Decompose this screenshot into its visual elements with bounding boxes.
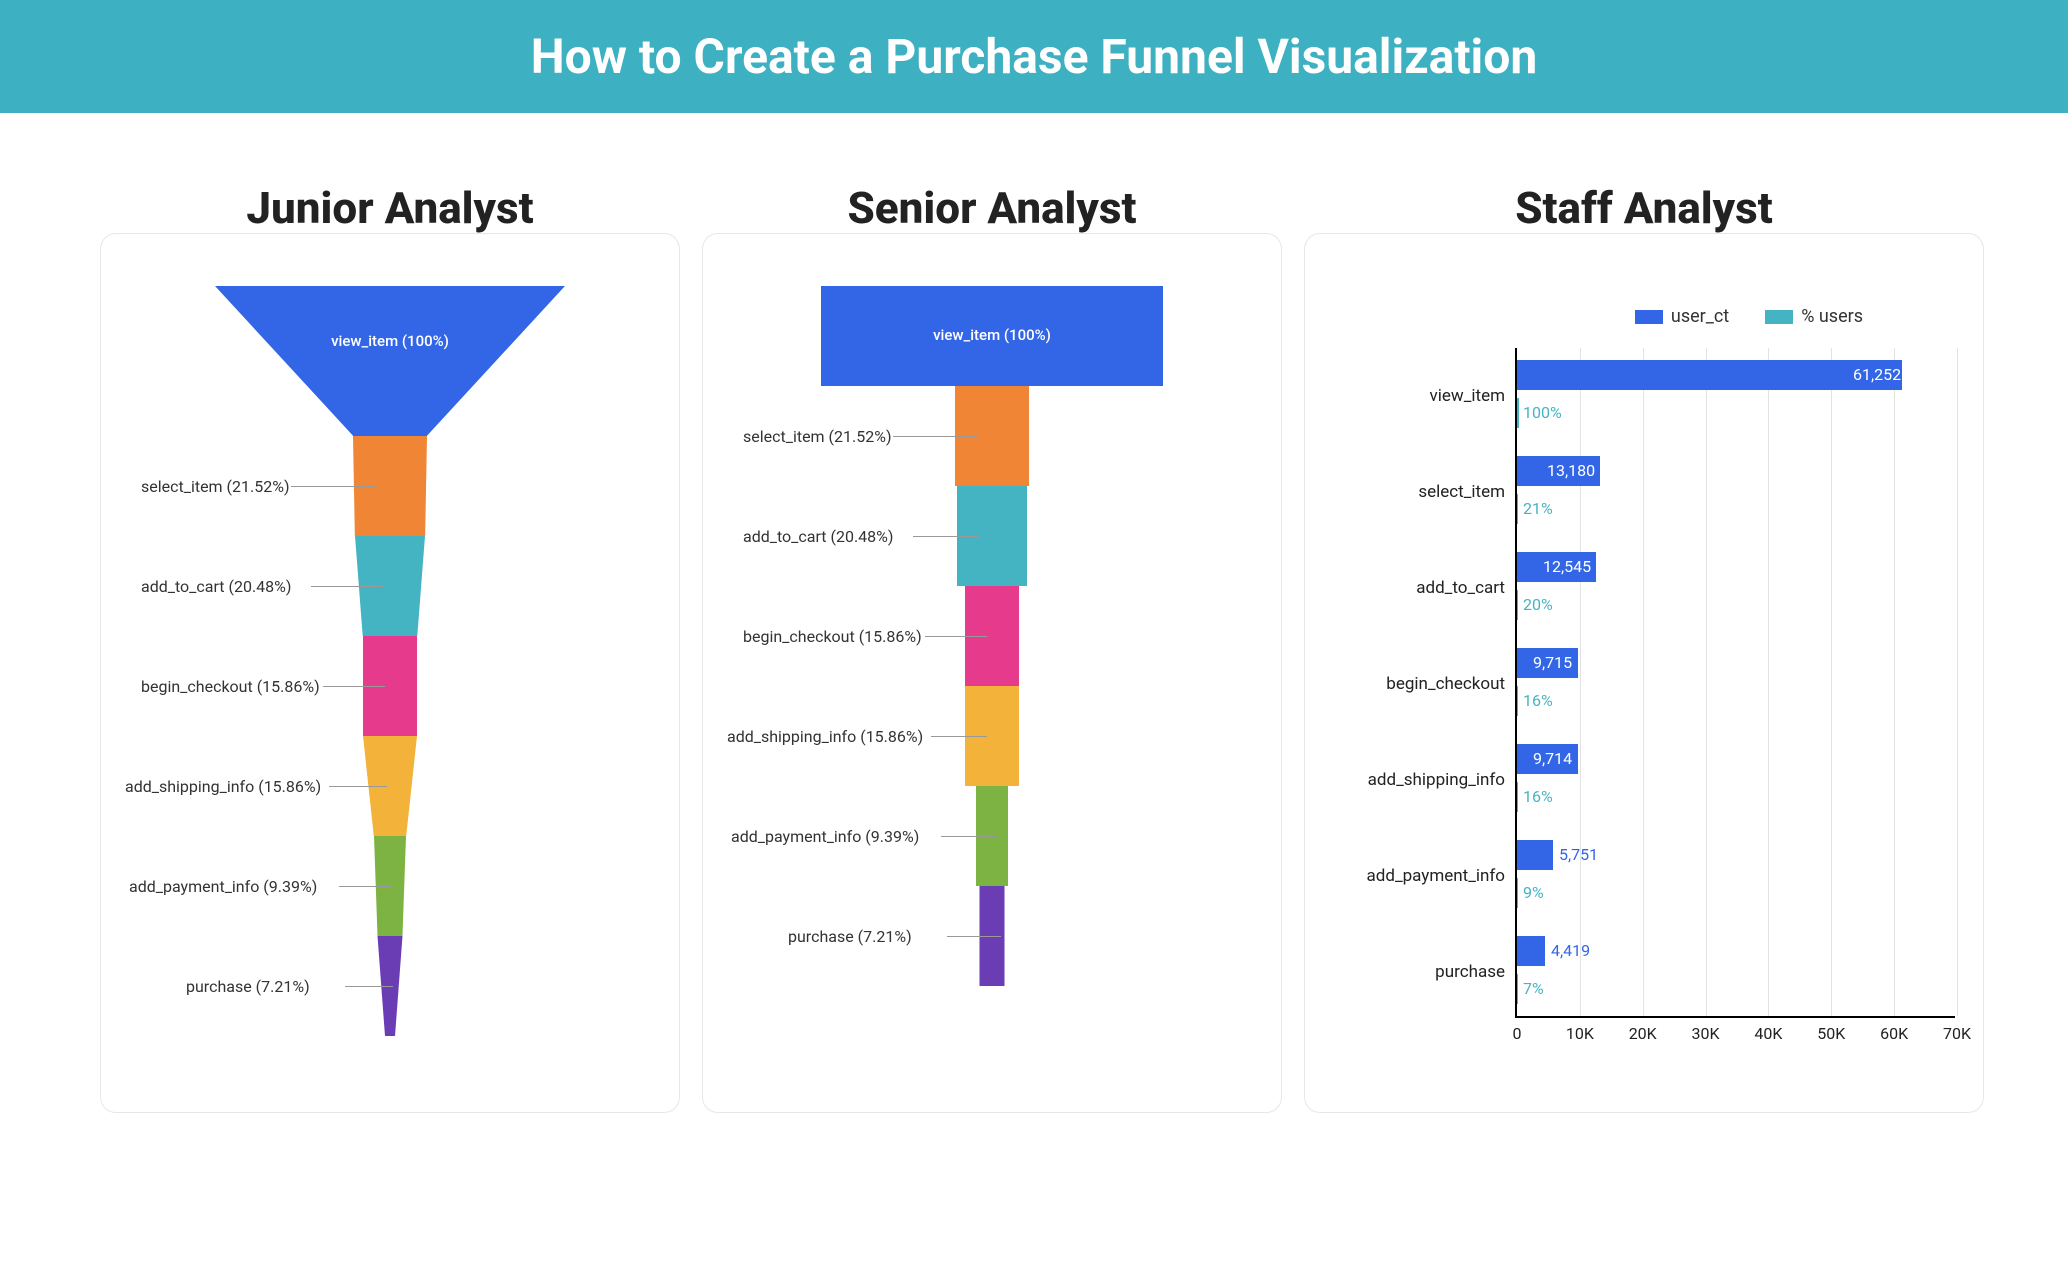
leader-line <box>893 436 977 437</box>
bar-user-ct-value: 61,252 <box>1853 365 1901 384</box>
row-label: add_shipping_info <box>1368 770 1517 790</box>
bar-pct-users <box>1517 590 1518 620</box>
row-view-item: view_item 61,252 100% <box>1517 348 1955 444</box>
bar-user-ct-value: 9,714 <box>1533 749 1572 768</box>
funnel-junior: view_item (100%) select_item (21.52%) ad… <box>111 286 669 1092</box>
funnel-seg-select-item-label: select_item (21.52%) <box>141 477 290 496</box>
row-label: purchase <box>1435 962 1517 982</box>
row-purchase: purchase 4,419 7% <box>1517 924 1955 1020</box>
row-label: begin_checkout <box>1386 674 1517 694</box>
row-label: view_item <box>1430 386 1517 406</box>
row-add-to-cart: add_to_cart 12,545 20% <box>1517 540 1955 636</box>
chart-legend: user_ct % users <box>1635 306 1863 327</box>
bar-funnel-purchase-label: purchase (7.21%) <box>788 927 912 946</box>
leader-line <box>913 536 979 537</box>
bar-user-ct <box>1517 936 1545 966</box>
row-label: add_payment_info <box>1367 866 1517 886</box>
leader-line <box>925 636 987 637</box>
leader-line <box>323 686 385 687</box>
leader-line <box>291 486 376 487</box>
panel-staff-title: Staff Analyst <box>1305 182 1983 234</box>
bar-pct-users <box>1517 974 1518 1004</box>
bar-funnel-add-to-cart-label: add_to_cart (20.48%) <box>743 527 893 546</box>
panel-junior-title: Junior Analyst <box>101 182 679 234</box>
bar-pct-value: 9% <box>1523 883 1544 902</box>
bar-user-ct-value: 9,715 <box>1533 653 1572 672</box>
funnel-seg-add-payment-label: add_payment_info (9.39%) <box>129 877 317 896</box>
leader-line <box>311 586 383 587</box>
legend-user-ct: user_ct <box>1635 306 1729 327</box>
bar-user-ct-value: 4,419 <box>1551 941 1590 960</box>
x-tick: 30K <box>1692 1016 1720 1043</box>
panel-junior: Junior Analyst view_item (100%) select_i… <box>100 233 680 1113</box>
leader-line <box>329 786 387 787</box>
bar-chart-staff: user_ct % users view_item <box>1315 286 1973 1092</box>
x-tick: 10K <box>1566 1016 1594 1043</box>
leader-line <box>339 886 391 887</box>
page-header: How to Create a Purchase Funnel Visualiz… <box>0 0 2068 113</box>
x-tick: 60K <box>1880 1016 1908 1043</box>
row-label: select_item <box>1418 482 1517 502</box>
page-title: How to Create a Purchase Funnel Visualiz… <box>531 28 1538 85</box>
legend-swatch-pct-users <box>1765 310 1793 324</box>
panel-senior-title: Senior Analyst <box>703 182 1281 234</box>
bar-funnel-add-payment-label: add_payment_info (9.39%) <box>731 827 919 846</box>
funnel-seg-begin-checkout-label: begin_checkout (15.86%) <box>141 677 320 696</box>
x-tick: 0 <box>1513 1016 1522 1043</box>
bar-user-ct-value: 12,545 <box>1543 557 1591 576</box>
row-select-item: select_item 13,180 21% <box>1517 444 1955 540</box>
bar-pct-users <box>1517 782 1518 812</box>
bar-pct-value: 100% <box>1523 403 1562 422</box>
funnel-seg-purchase-label: purchase (7.21%) <box>186 977 310 996</box>
bar-pct-value: 16% <box>1523 691 1553 710</box>
plot-area: view_item 61,252 100% select_item 13,180… <box>1515 348 1955 1018</box>
bar-user-ct <box>1517 840 1553 870</box>
row-add-payment: add_payment_info 5,751 9% <box>1517 828 1955 924</box>
bar-pct-value: 7% <box>1523 979 1544 998</box>
bar-pct-users <box>1517 686 1518 716</box>
bar-user-ct-value: 13,180 <box>1547 461 1595 480</box>
legend-pct-users: % users <box>1765 306 1863 327</box>
bar-funnel-view-item-label: view_item (100%) <box>933 326 1051 344</box>
bar-funnel-add-shipping-label: add_shipping_info (15.86%) <box>727 727 923 746</box>
bar-user-ct <box>1517 360 1902 390</box>
bar-user-ct-value: 5,751 <box>1559 845 1598 864</box>
bar-funnel-begin-checkout-label: begin_checkout (15.86%) <box>743 627 922 646</box>
funnel-seg-view-item <box>215 286 565 436</box>
leader-line <box>947 936 1001 937</box>
legend-swatch-user-ct <box>1635 310 1663 324</box>
x-tick: 20K <box>1629 1016 1657 1043</box>
bar-pct-users <box>1517 494 1518 524</box>
gridline <box>1957 348 1958 1016</box>
bar-pct-users <box>1517 398 1519 428</box>
panel-staff: Staff Analyst user_ct % users <box>1304 233 1984 1113</box>
panels-row: Junior Analyst view_item (100%) select_i… <box>0 113 2068 1153</box>
x-tick: 50K <box>1817 1016 1845 1043</box>
row-add-shipping: add_shipping_info 9,714 16% <box>1517 732 1955 828</box>
x-tick: 40K <box>1754 1016 1782 1043</box>
x-tick: 70K <box>1943 1016 1971 1043</box>
row-label: add_to_cart <box>1416 578 1517 598</box>
legend-pct-users-label: % users <box>1801 306 1863 327</box>
leader-line <box>345 986 393 987</box>
funnel-seg-add-to-cart-label: add_to_cart (20.48%) <box>141 577 291 596</box>
leader-line <box>941 836 997 837</box>
legend-user-ct-label: user_ct <box>1671 306 1729 327</box>
panel-senior: Senior Analyst view_item (100%) select_i… <box>702 233 1282 1113</box>
bar-pct-users <box>1517 878 1518 908</box>
funnel-seg-view-item-label: view_item (100%) <box>331 332 449 350</box>
leader-line <box>931 736 987 737</box>
funnel-seg-add-shipping-label: add_shipping_info (15.86%) <box>125 777 321 796</box>
bar-pct-value: 21% <box>1523 499 1553 518</box>
funnel-senior: view_item (100%) select_item (21.52%) ad… <box>713 286 1271 1092</box>
bar-pct-value: 20% <box>1523 595 1553 614</box>
bar-pct-value: 16% <box>1523 787 1553 806</box>
bar-funnel-select-item-label: select_item (21.52%) <box>743 427 892 446</box>
row-begin-checkout: begin_checkout 9,715 16% <box>1517 636 1955 732</box>
